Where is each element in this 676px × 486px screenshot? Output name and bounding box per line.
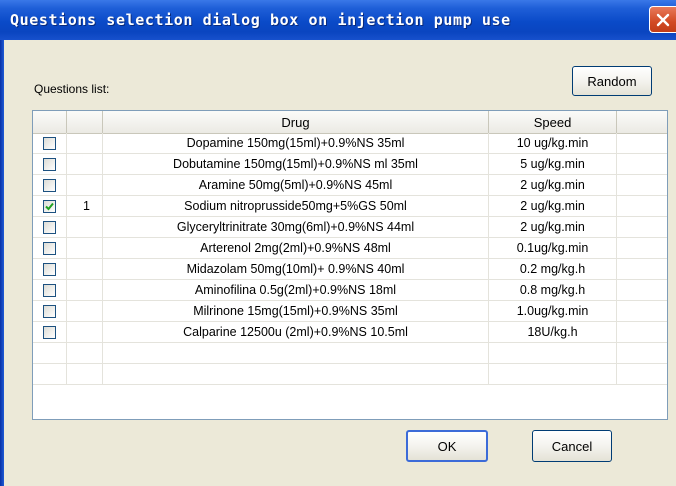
row-number (67, 343, 103, 363)
dialog-title: Questions selection dialog box on inject… (10, 11, 511, 29)
row-filler (617, 196, 667, 216)
row-speed: 1.0ug/kg.min (489, 301, 617, 321)
row-number (67, 280, 103, 300)
header-number-col[interactable] (67, 111, 103, 133)
table-row[interactable]: 1 Sodium nitroprusside50mg+5%GS 50ml 2 ug/… (33, 196, 667, 217)
row-speed: 0.1ug/kg.min (489, 238, 617, 258)
row-speed: 2 ug/kg.min (489, 217, 617, 237)
row-speed: 10 ug/kg.min (489, 133, 617, 153)
row-speed: 5 ug/kg.min (489, 154, 617, 174)
row-checkbox-cell (33, 280, 67, 300)
row-speed: 0.8 mg/kg.h (489, 280, 617, 300)
questions-list-label: Questions list: (34, 82, 110, 96)
table-row[interactable]: Aminofilina 0.5g(2ml)+0.9%NS 18ml 0.8 mg/… (33, 280, 667, 301)
row-filler (617, 322, 667, 342)
row-filler (617, 280, 667, 300)
row-number (67, 238, 103, 258)
row-drug: Milrinone 15mg(15ml)+0.9%NS 35ml (103, 301, 489, 321)
row-checkbox-cell (33, 133, 67, 153)
header-filler (617, 111, 667, 133)
row-drug: Calparine 12500u (2ml)+0.9%NS 10.5ml (103, 322, 489, 342)
row-filler (617, 133, 667, 153)
title-bar[interactable]: Questions selection dialog box on inject… (0, 0, 676, 40)
header-speed[interactable]: Speed (489, 111, 617, 133)
row-speed (489, 364, 617, 384)
questions-table[interactable]: Drug Speed Dopamine 150mg(15ml)+0.9%NS 3… (32, 110, 668, 420)
row-checkbox[interactable] (43, 199, 56, 213)
table-header: Drug Speed (33, 111, 667, 134)
row-checkbox[interactable] (43, 220, 56, 234)
table-row[interactable]: Dobutamine 150mg(15ml)+0.9%NS ml 35ml 5 u… (33, 154, 667, 175)
row-filler (617, 301, 667, 321)
row-speed: 2 ug/kg.min (489, 196, 617, 216)
row-number (67, 175, 103, 195)
row-checkbox-cell (33, 301, 67, 321)
row-checkbox[interactable] (43, 283, 56, 297)
random-button[interactable]: Random (572, 66, 652, 96)
row-drug: Sodium nitroprusside50mg+5%GS 50ml (103, 196, 489, 216)
row-number (67, 133, 103, 153)
row-number (67, 259, 103, 279)
row-checkbox[interactable] (43, 241, 56, 255)
header-check-col[interactable] (33, 111, 67, 133)
row-drug: Arterenol 2mg(2ml)+0.9%NS 48ml (103, 238, 489, 258)
row-filler (617, 154, 667, 174)
row-checkbox[interactable] (43, 136, 56, 150)
row-number (67, 322, 103, 342)
row-filler (617, 175, 667, 195)
cancel-button[interactable]: Cancel (532, 430, 612, 462)
row-checkbox-cell (33, 154, 67, 174)
row-checkbox-cell (33, 259, 67, 279)
row-checkbox-cell (33, 175, 67, 195)
row-filler (617, 217, 667, 237)
header-drug[interactable]: Drug (103, 111, 489, 133)
close-button[interactable] (649, 6, 676, 33)
row-drug (103, 364, 489, 384)
table-row[interactable]: Dopamine 150mg(15ml)+0.9%NS 35ml 10 ug/kg… (33, 133, 667, 154)
row-speed: 0.2 mg/kg.h (489, 259, 617, 279)
row-drug: Dobutamine 150mg(15ml)+0.9%NS ml 35ml (103, 154, 489, 174)
row-checkbox[interactable] (43, 157, 56, 171)
row-speed: 2 ug/kg.min (489, 175, 617, 195)
table-row[interactable] (33, 364, 667, 385)
row-number (67, 217, 103, 237)
row-checkbox[interactable] (43, 304, 56, 318)
row-checkbox-cell (33, 217, 67, 237)
row-drug: Aramine 50mg(5ml)+0.9%NS 45ml (103, 175, 489, 195)
row-drug: Midazolam 50mg(10ml)+ 0.9%NS 40ml (103, 259, 489, 279)
row-drug (103, 343, 489, 363)
row-number (67, 301, 103, 321)
table-row[interactable]: Milrinone 15mg(15ml)+0.9%NS 35ml 1.0ug/kg… (33, 301, 667, 322)
table-row[interactable]: Glyceryltrinitrate 30mg(6ml)+0.9%NS 44ml… (33, 217, 667, 238)
row-speed (489, 343, 617, 363)
checkmark-icon (45, 202, 54, 210)
table-row[interactable]: Aramine 50mg(5ml)+0.9%NS 45ml 2 ug/kg.min (33, 175, 667, 196)
row-checkbox[interactable] (43, 262, 56, 276)
row-filler (617, 259, 667, 279)
table-row[interactable]: Arterenol 2mg(2ml)+0.9%NS 48ml 0.1ug/kg.m… (33, 238, 667, 259)
row-number (67, 154, 103, 174)
row-checkbox-cell (33, 343, 67, 363)
row-drug: Glyceryltrinitrate 30mg(6ml)+0.9%NS 44ml (103, 217, 489, 237)
row-filler (617, 364, 667, 384)
row-checkbox-cell (33, 364, 67, 384)
row-checkbox-cell (33, 322, 67, 342)
row-number: 1 (67, 196, 103, 216)
row-filler (617, 343, 667, 363)
table-row[interactable] (33, 343, 667, 364)
table-row[interactable]: Calparine 12500u (2ml)+0.9%NS 10.5ml 18U/… (33, 322, 667, 343)
table-row[interactable]: Midazolam 50mg(10ml)+ 0.9%NS 40ml 0.2 mg/… (33, 259, 667, 280)
row-number (67, 364, 103, 384)
row-drug: Aminofilina 0.5g(2ml)+0.9%NS 18ml (103, 280, 489, 300)
row-filler (617, 238, 667, 258)
ok-button[interactable]: OK (406, 430, 488, 462)
close-icon (656, 13, 670, 27)
row-checkbox[interactable] (43, 325, 56, 339)
row-checkbox[interactable] (43, 178, 56, 192)
dialog-window: Questions selection dialog box on inject… (0, 0, 676, 486)
row-drug: Dopamine 150mg(15ml)+0.9%NS 35ml (103, 133, 489, 153)
row-checkbox-cell (33, 196, 67, 216)
row-checkbox-cell (33, 238, 67, 258)
row-speed: 18U/kg.h (489, 322, 617, 342)
